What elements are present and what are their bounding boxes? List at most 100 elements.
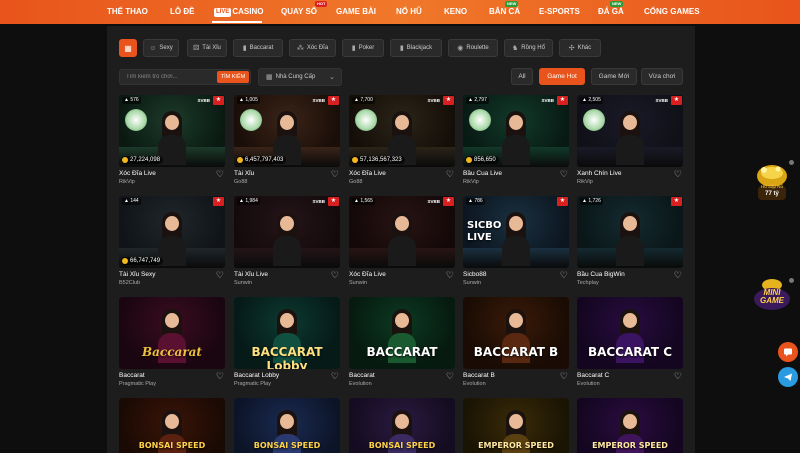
mini-game-button[interactable]: MINI GAME	[752, 277, 792, 313]
chat-button[interactable]	[778, 342, 798, 362]
heart-icon[interactable]: ♡	[674, 372, 682, 381]
game-card[interactable]: BONSAI SPEED	[119, 398, 225, 453]
nav-keno[interactable]: KENO	[444, 0, 467, 24]
game-name[interactable]: Baccarat	[349, 372, 375, 379]
game-thumbnail[interactable]: ▲ 1,984 SVBB ★	[234, 196, 340, 268]
game-thumbnail[interactable]: BACCARAT C	[577, 297, 683, 369]
category-roulette[interactable]: ◉ Roulette	[448, 39, 498, 57]
game-thumbnail[interactable]: EMPEROR SPEED	[577, 398, 683, 453]
game-thumbnail[interactable]: BONSAI SPEED	[119, 398, 225, 453]
game-name[interactable]: Xóc Đĩa Live	[349, 170, 386, 177]
game-thumbnail[interactable]: ▲ 7,700 SVBB ★ 57,136,567,323	[349, 95, 455, 167]
game-card[interactable]: EMPEROR SPEED	[463, 398, 569, 453]
game-name[interactable]: Tài Xỉu Sexy	[119, 271, 156, 278]
category-blackjack[interactable]: ▮ Blackjack	[390, 39, 442, 57]
game-thumbnail[interactable]: EMPEROR SPEED	[463, 398, 569, 453]
heart-icon[interactable]: ♡	[560, 372, 568, 381]
heart-icon[interactable]: ♡	[216, 170, 224, 179]
game-card[interactable]: SICBO LIVE ▲ 786 ★ Sicbo88 Sunwin ♡	[463, 196, 569, 286]
game-name[interactable]: Xóc Đĩa Live	[349, 271, 386, 278]
game-card[interactable]: ▲ 1,984 SVBB ★ Tài Xỉu Live Sunwin ♡	[234, 196, 340, 286]
nav-cong-games[interactable]: CỔNG GAMES	[644, 0, 700, 24]
provider-select[interactable]: ▦ Nhà Cung Cấp ⌄	[258, 68, 342, 86]
game-thumbnail[interactable]: BACCARAT B	[463, 297, 569, 369]
game-card[interactable]: ▲ 1,726 ★ Bầu Cua BigWin Techplay ♡	[577, 196, 683, 286]
game-card[interactable]: Baccarat Baccarat Pragmatic Play ♡	[119, 297, 225, 387]
star-icon[interactable]: ★	[671, 96, 682, 105]
game-name[interactable]: Tài Xỉu	[234, 170, 254, 177]
game-name[interactable]: Sicbo88	[463, 271, 487, 278]
game-card[interactable]: ▲ 1,005 SVBB ★ 6,457,797,403 Tài Xỉu Go88 ♡	[234, 95, 340, 185]
game-card[interactable]: ▲ 2,797 SVBB ★ 856,650 Bầu Cua Live RikVip ♡	[463, 95, 569, 185]
heart-icon[interactable]: ♡	[446, 372, 454, 381]
search-input[interactable]	[120, 70, 218, 84]
star-icon[interactable]: ★	[443, 96, 454, 105]
filter-game-moi[interactable]: Game Mới	[591, 68, 637, 85]
game-card[interactable]: BONSAI SPEED	[349, 398, 455, 453]
star-icon[interactable]: ★	[671, 197, 682, 206]
category-rong-ho[interactable]: ♞ Rồng Hổ	[504, 39, 553, 57]
game-card[interactable]: ▲ 7,700 SVBB ★ 57,136,567,323 Xóc Đĩa Live Go…	[349, 95, 455, 185]
heart-icon[interactable]: ♡	[560, 170, 568, 179]
nav-quay-so[interactable]: QUAY SỐ HOT	[281, 0, 328, 24]
heart-icon[interactable]: ♡	[446, 170, 454, 179]
heart-icon[interactable]: ♡	[216, 372, 224, 381]
game-card[interactable]: BACCARAT Lobby Baccarat Lobby Pragmatic Pl…	[234, 297, 340, 387]
jackpot-promo[interactable]: Hũ Sập Nổ 77 tỷ	[752, 160, 792, 202]
heart-icon[interactable]: ♡	[216, 271, 224, 280]
heart-icon[interactable]: ♡	[331, 170, 339, 179]
game-name[interactable]: Baccarat C	[577, 372, 609, 379]
game-thumbnail[interactable]: ▲ 2,797 SVBB ★ 856,650	[463, 95, 569, 167]
game-name[interactable]: Xanh Chín Live	[577, 170, 621, 177]
category-khac[interactable]: ✣ Khác	[559, 39, 601, 57]
game-card[interactable]: BONSAI SPEED	[234, 398, 340, 453]
nav-lo-de[interactable]: LÔ ĐỀ	[170, 0, 194, 24]
game-thumbnail[interactable]: BONSAI SPEED	[234, 398, 340, 453]
star-icon[interactable]: ★	[213, 197, 224, 206]
game-name[interactable]: Tài Xỉu Live	[234, 271, 268, 278]
category-home[interactable]: ▦	[119, 39, 137, 57]
filter-vua-choi[interactable]: Vừa chơi	[641, 68, 683, 85]
game-card[interactable]: ▲ 2,505 SVBB ★ Xanh Chín Live RikVip ♡	[577, 95, 683, 185]
game-name[interactable]: Bầu Cua Live	[463, 170, 502, 177]
game-name[interactable]: Baccarat B	[463, 372, 495, 379]
filter-game-hot[interactable]: Game Hot	[539, 68, 585, 85]
nav-game-bai[interactable]: GAME BÀI	[336, 0, 376, 24]
game-card[interactable]: EMPEROR SPEED	[577, 398, 683, 453]
category-baccarat[interactable]: ▮ Baccarat	[233, 39, 283, 57]
game-thumbnail[interactable]: ▲ 1,005 SVBB ★ 6,457,797,403	[234, 95, 340, 167]
category-sexy[interactable]: ☺ Sexy	[143, 39, 179, 57]
heart-icon[interactable]: ♡	[331, 372, 339, 381]
nav-da-ga[interactable]: ĐÁ GÀ NEW	[598, 0, 624, 24]
game-thumbnail[interactable]: ▲ 576 SVBB ★ 27,224,098	[119, 95, 225, 167]
game-thumbnail[interactable]: BONSAI SPEED	[349, 398, 455, 453]
heart-icon[interactable]: ♡	[560, 271, 568, 280]
game-name[interactable]: Xóc Đĩa Live	[119, 170, 156, 177]
game-thumbnail[interactable]: ▲ 144 ★ 66,747,749	[119, 196, 225, 268]
telegram-button[interactable]	[778, 367, 798, 387]
game-thumbnail[interactable]: BACCARAT	[349, 297, 455, 369]
category-poker[interactable]: ▮ Poker	[342, 39, 384, 57]
heart-icon[interactable]: ♡	[674, 271, 682, 280]
search-button[interactable]: TÌM KIẾM	[217, 71, 249, 83]
game-card[interactable]: BACCARAT C Baccarat C Evolution ♡	[577, 297, 683, 387]
star-icon[interactable]: ★	[557, 197, 568, 206]
game-name[interactable]: Baccarat	[119, 372, 145, 379]
game-thumbnail[interactable]: SICBO LIVE ▲ 786 ★	[463, 196, 569, 268]
game-card[interactable]: BACCARAT B Baccarat B Evolution ♡	[463, 297, 569, 387]
game-thumbnail[interactable]: ▲ 2,505 SVBB ★	[577, 95, 683, 167]
star-icon[interactable]: ★	[213, 96, 224, 105]
game-card[interactable]: BACCARAT Baccarat Evolution ♡	[349, 297, 455, 387]
star-icon[interactable]: ★	[443, 197, 454, 206]
game-card[interactable]: ▲ 1,565 SVBB ★ Xóc Đĩa Live Sunwin ♡	[349, 196, 455, 286]
game-card[interactable]: ▲ 576 SVBB ★ 27,224,098 Xóc Đĩa Live RikVip ♡	[119, 95, 225, 185]
game-thumbnail[interactable]: ▲ 1,726 ★	[577, 196, 683, 268]
heart-icon[interactable]: ♡	[674, 170, 682, 179]
heart-icon[interactable]: ♡	[446, 271, 454, 280]
game-name[interactable]: Baccarat Lobby	[234, 372, 279, 379]
game-thumbnail[interactable]: Baccarat	[119, 297, 225, 369]
star-icon[interactable]: ★	[328, 197, 339, 206]
nav-ban-ca[interactable]: BẮN CÁ NEW	[489, 0, 520, 24]
game-thumbnail[interactable]: ▲ 1,565 SVBB ★	[349, 196, 455, 268]
category-tai-xiu[interactable]: ⚄ Tài Xỉu	[187, 39, 227, 57]
